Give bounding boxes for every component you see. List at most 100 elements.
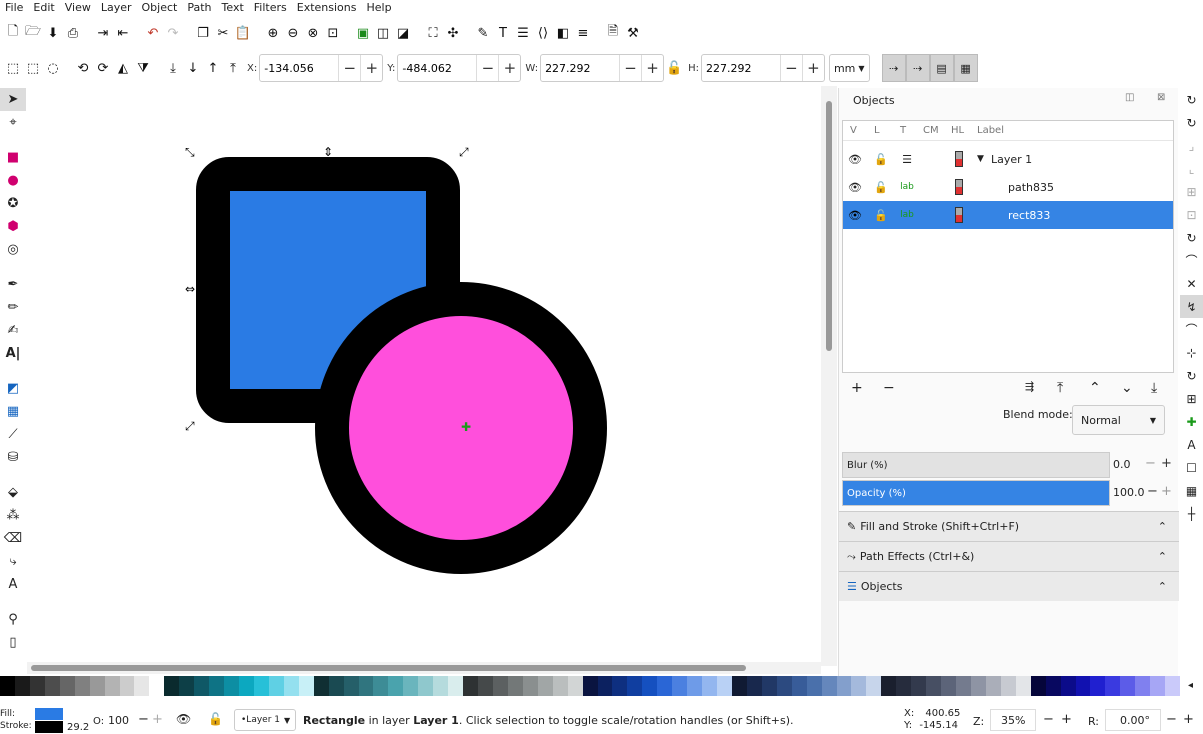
raise-top-icon[interactable]: ⤒ — [1057, 380, 1063, 396]
snap-bbox-edges-icon[interactable]: ⌟ — [1180, 134, 1203, 157]
chevron-up-icon[interactable]: ⌃ — [1158, 520, 1167, 533]
palette-swatch[interactable] — [1150, 676, 1166, 696]
palette-swatch[interactable] — [1105, 676, 1121, 696]
blur-slider[interactable]: Blur (%) — [842, 452, 1110, 478]
document-properties-icon[interactable]: 🗎 — [603, 23, 623, 43]
x-increment-button[interactable]: + — [360, 55, 382, 81]
y-decrement-button[interactable]: − — [476, 55, 498, 81]
measure-tool-icon[interactable]: ▯ — [0, 631, 26, 654]
palette-swatch[interactable] — [164, 676, 180, 696]
flip-horizontal-icon[interactable]: ◭ — [113, 58, 133, 78]
palette-swatch[interactable] — [463, 676, 478, 696]
palette-swatch[interactable] — [134, 676, 150, 696]
dock-path-effects[interactable]: ⤳ Path Effects (Ctrl+&) ⌃ — [839, 541, 1179, 571]
palette-swatch[interactable] — [433, 676, 449, 696]
palette-swatch[interactable] — [896, 676, 912, 696]
palette-swatch[interactable] — [313, 676, 329, 696]
print-icon[interactable]: ⎙ — [63, 23, 83, 43]
chevron-up-icon[interactable]: ⌃ — [1158, 580, 1167, 593]
vertical-scrollbar[interactable] — [821, 86, 837, 666]
menu-help[interactable]: Help — [361, 1, 396, 15]
flip-vertical-icon[interactable]: ⧩ — [133, 58, 153, 78]
spiral-tool-icon[interactable]: ◎ — [0, 238, 26, 261]
snap-page-border-icon[interactable]: ☐ — [1180, 456, 1203, 479]
gradient-tool-icon[interactable]: ◩ — [0, 377, 26, 400]
blur-value[interactable]: 0.0 — [1113, 458, 1131, 471]
h-increment-button[interactable]: + — [801, 55, 824, 81]
opacity-slider[interactable]: Opacity (%) — [842, 480, 1110, 506]
snap-paths-icon[interactable]: ⌒ — [1180, 249, 1203, 272]
scale-radii-toggle[interactable]: ⇢ — [905, 54, 930, 82]
tree-row-layer1[interactable]: 👁 🔓 ☰ ▼ Layer 1 — [843, 145, 1173, 173]
palette-swatch[interactable] — [418, 676, 434, 696]
panel-float-icon[interactable]: ◫ — [1125, 92, 1134, 103]
unlink-clone-icon[interactable]: ◪ — [393, 23, 413, 43]
palette-swatch[interactable] — [761, 676, 777, 696]
zoom-selection-icon[interactable]: ⊕ — [263, 23, 283, 43]
palette-swatch[interactable] — [119, 676, 135, 696]
palette-swatch[interactable] — [731, 676, 747, 696]
y-input[interactable] — [398, 56, 477, 80]
palette-swatch[interactable] — [239, 676, 254, 696]
hide-layer-icon[interactable]: 👁 — [176, 712, 191, 726]
opacity-o-value[interactable]: 100 — [108, 714, 129, 727]
text-tool-icon[interactable]: A| — [0, 342, 26, 365]
palette-swatch[interactable] — [59, 676, 75, 696]
w-spinbox[interactable]: − + — [540, 54, 665, 82]
snap-midpoints-icon[interactable]: ⊹ — [1180, 341, 1203, 364]
zoom-drawing-icon[interactable]: ⊖ — [283, 23, 303, 43]
palette-swatch[interactable] — [941, 676, 956, 696]
lock-open-icon[interactable]: 🔓 — [873, 181, 889, 194]
select-all-icon[interactable]: ⬚ — [3, 58, 23, 78]
palette-swatch[interactable] — [448, 676, 464, 696]
cut-icon[interactable]: ✂ — [213, 23, 233, 43]
import-icon[interactable]: ⇥ — [93, 23, 113, 43]
dropper-tool-icon[interactable]: ⟋ — [0, 423, 26, 446]
group-icon[interactable]: ⛶ — [423, 23, 443, 43]
spray-tool-icon[interactable]: ⁂ — [0, 504, 26, 527]
pencil-tool-icon[interactable]: ✏ — [0, 296, 26, 319]
copy-icon[interactable]: ❐ — [193, 23, 213, 43]
snap-bbox-centers-icon[interactable]: ⊡ — [1180, 203, 1203, 226]
add-layer-button[interactable]: + — [851, 380, 863, 396]
palette-swatch[interactable] — [388, 676, 404, 696]
connector-tool-icon[interactable]: ⤷ — [0, 550, 26, 573]
y-increment-button[interactable]: + — [498, 55, 520, 81]
lpe-tool-icon[interactable]: A — [0, 573, 26, 596]
palette-swatch[interactable] — [1045, 676, 1061, 696]
lower-icon[interactable]: ⌄ — [1121, 380, 1133, 396]
preferences-icon[interactable]: ⚒ — [623, 23, 643, 43]
zoom-page-width-icon[interactable]: ⊡ — [323, 23, 343, 43]
node-tool-icon[interactable]: ⌖ — [0, 111, 26, 134]
palette-swatch[interactable] — [403, 676, 419, 696]
menu-object[interactable]: Object — [137, 1, 183, 15]
menu-layer[interactable]: Layer — [96, 1, 137, 15]
h-input[interactable] — [701, 56, 780, 80]
palette-swatch[interactable] — [657, 676, 673, 696]
h-decrement-button[interactable]: − — [779, 55, 802, 81]
x-spinbox[interactable]: − + — [259, 54, 384, 82]
stroke-swatch[interactable] — [35, 721, 63, 733]
opacity-decrement-button[interactable]: − — [1147, 484, 1158, 499]
highlight-swatch[interactable] — [955, 151, 963, 167]
palette-swatch[interactable] — [1030, 676, 1046, 696]
chevron-up-icon[interactable]: ⌃ — [1158, 550, 1167, 563]
box3d-tool-icon[interactable]: ⬢ — [0, 215, 26, 238]
panel-close-icon[interactable]: ⊠ — [1157, 92, 1165, 103]
open-document-icon[interactable]: 🗁 — [23, 23, 43, 43]
menu-text[interactable]: Text — [217, 1, 249, 15]
palette-swatch[interactable] — [806, 676, 822, 696]
text-font-icon[interactable]: T — [493, 23, 513, 43]
palette-swatch[interactable] — [253, 676, 269, 696]
drawing-canvas[interactable]: ⤡ ⇕ ⤢ ⇔ ⇔ ⤢ ⇕ ✚ — [27, 86, 821, 666]
lock-open-icon[interactable]: 🔓 — [873, 153, 889, 166]
palette-scroll-icon[interactable]: ◂ — [1188, 680, 1193, 691]
snap-nodes-icon[interactable]: ↻ — [1180, 226, 1203, 249]
lock-open-icon[interactable]: 🔓 — [873, 209, 889, 222]
palette-swatch[interactable] — [149, 676, 165, 696]
zoom-page-icon[interactable]: ⊗ — [303, 23, 323, 43]
selector-tool-icon[interactable]: ➤ — [0, 88, 26, 111]
palette-swatch[interactable] — [522, 676, 538, 696]
x-input[interactable] — [260, 56, 339, 80]
dock-objects[interactable]: ☰ Objects ⌃ — [839, 571, 1179, 601]
